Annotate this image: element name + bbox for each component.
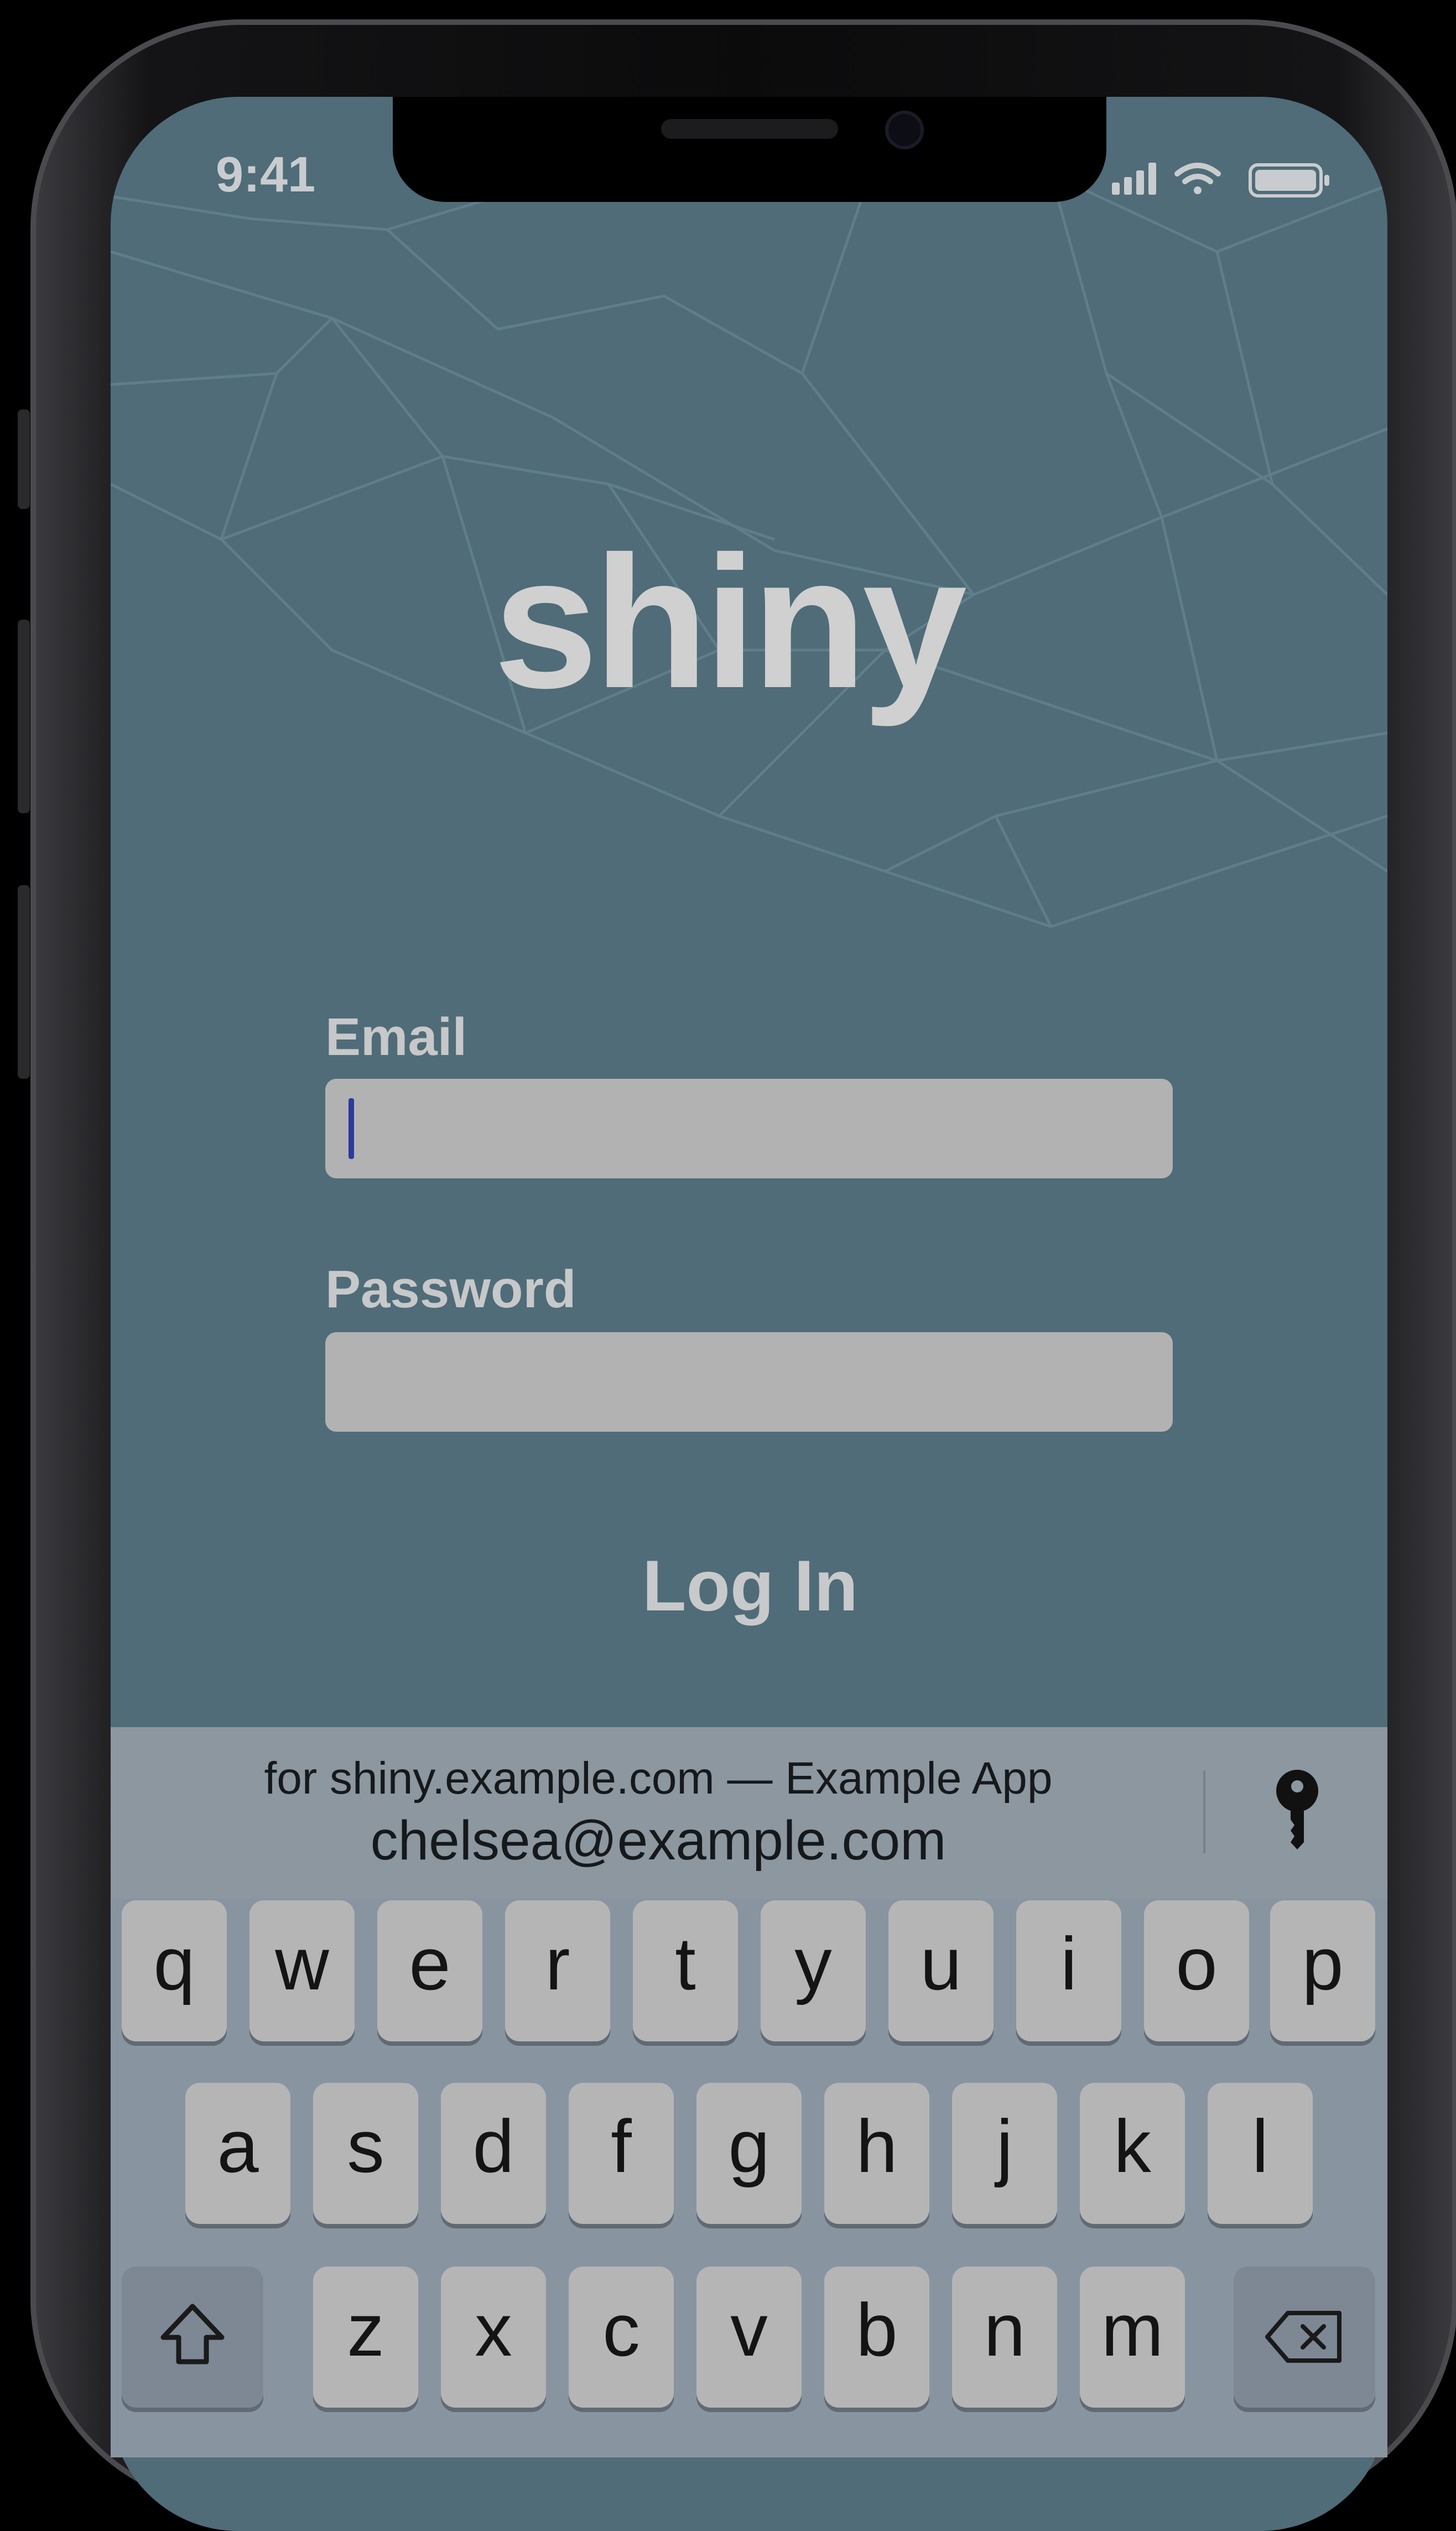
shift-key[interactable] xyxy=(122,2267,263,2408)
delete-backspace-icon xyxy=(1265,2311,1341,2363)
key-c[interactable]: c xyxy=(569,2267,674,2408)
key-y[interactable]: y xyxy=(761,1900,866,2041)
status-time: 9:41 xyxy=(216,147,316,202)
earpiece-speaker xyxy=(661,119,838,139)
cellular-signal-icon xyxy=(1112,163,1156,195)
key-icon[interactable] xyxy=(1272,1768,1322,1851)
key-b[interactable]: b xyxy=(824,2267,929,2408)
password-field[interactable] xyxy=(325,1332,1173,1432)
battery-icon xyxy=(1249,163,1329,198)
status-icons xyxy=(1112,163,1329,198)
credential-suggestion-title[interactable]: for shiny.example.com — Example App xyxy=(111,1753,1206,1805)
text-cursor xyxy=(349,1098,354,1159)
key-q[interactable]: q xyxy=(122,1900,227,2041)
delete-key[interactable] xyxy=(1234,2267,1375,2408)
key-x[interactable]: x xyxy=(441,2267,546,2408)
email-field[interactable] xyxy=(325,1079,1173,1178)
key-i[interactable]: i xyxy=(1016,1900,1121,2041)
password-label: Password xyxy=(325,1260,576,1319)
key-t[interactable]: t xyxy=(633,1900,738,2041)
device-notch xyxy=(393,97,1106,202)
key-k[interactable]: k xyxy=(1080,2083,1185,2224)
key-j[interactable]: j xyxy=(952,2083,1057,2224)
key-z[interactable]: z xyxy=(313,2267,418,2408)
email-label: Email xyxy=(325,1007,467,1067)
key-f[interactable]: f xyxy=(569,2083,674,2224)
front-camera xyxy=(885,111,924,149)
credential-suggestion-email[interactable]: chelsea@example.com xyxy=(111,1809,1206,1873)
key-r[interactable]: r xyxy=(505,1900,610,2041)
key-h[interactable]: h xyxy=(824,2083,929,2224)
login-button[interactable]: Log In xyxy=(595,1543,905,1626)
key-n[interactable]: n xyxy=(952,2267,1057,2408)
key-v[interactable]: v xyxy=(696,2267,802,2408)
key-l[interactable]: l xyxy=(1208,2083,1313,2224)
key-e[interactable]: e xyxy=(377,1900,482,2041)
key-d[interactable]: d xyxy=(441,2083,546,2224)
wifi-icon xyxy=(1174,163,1221,194)
key-a[interactable]: a xyxy=(185,2083,290,2224)
key-o[interactable]: o xyxy=(1144,1900,1249,2041)
key-w[interactable]: w xyxy=(249,1900,355,2041)
silent-switch xyxy=(18,409,30,509)
app-logo: shiny xyxy=(493,517,967,727)
shift-arrow-icon xyxy=(160,2304,225,2364)
key-p[interactable]: p xyxy=(1270,1900,1375,2041)
key-g[interactable]: g xyxy=(696,2083,802,2224)
key-m[interactable]: m xyxy=(1080,2267,1185,2408)
key-s[interactable]: s xyxy=(313,2083,418,2224)
volume-down-button xyxy=(18,885,30,1079)
quicktype-divider xyxy=(1203,1770,1205,1853)
key-u[interactable]: u xyxy=(888,1900,994,2041)
